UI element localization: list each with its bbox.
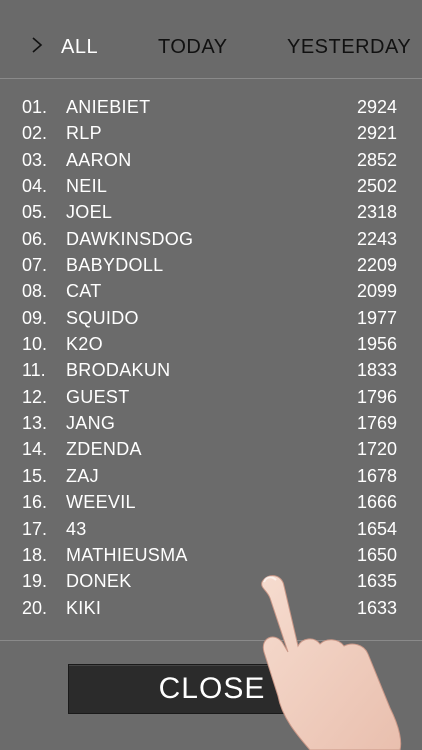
rank: 11.	[22, 360, 46, 381]
tab-today[interactable]: TODAY	[158, 36, 228, 59]
player-name: NEIL	[66, 176, 108, 197]
leaderboard-row: 12. GUEST 1796	[0, 384, 422, 410]
leaderboard-row: 08. CAT 2099	[0, 278, 422, 304]
rank: 06.	[22, 228, 48, 249]
player-name: BABYDOLL	[66, 255, 164, 276]
player-name: DONEK	[66, 571, 132, 592]
score: 2099	[356, 281, 397, 302]
player-name: CAT	[66, 281, 102, 302]
player-name: K2O	[66, 334, 103, 355]
rank: 09.	[22, 307, 48, 328]
rank: 20.	[22, 597, 48, 618]
rank: 19.	[22, 571, 48, 592]
rank: 08.	[22, 281, 48, 302]
leaderboard-row: 07. BABYDOLL 2209	[0, 252, 422, 278]
rank: 17.	[22, 518, 48, 539]
player-name: RLP	[66, 123, 102, 144]
player-name: DAWKINSDOG	[66, 228, 194, 249]
leaderboard-row: 06. DAWKINSDOG 2243	[0, 226, 422, 252]
player-name: BRODAKUN	[66, 360, 171, 381]
rank: 15.	[22, 465, 48, 486]
score: 2921	[356, 123, 397, 144]
leaderboard-row: 13. JANG 1769	[0, 410, 422, 436]
score: 2924	[356, 97, 397, 117]
chevron-right-icon	[32, 37, 43, 53]
score: 1977	[356, 307, 397, 328]
player-name: ZDENDA	[66, 439, 142, 460]
rank: 10.	[22, 334, 48, 355]
pointing-hand-icon	[261, 575, 402, 750]
score: 1769	[356, 413, 397, 434]
leaderboard-row: 05. JOEL 2318	[0, 199, 422, 225]
rank: 12.	[22, 386, 48, 407]
player-name: JANG	[66, 413, 116, 434]
leaderboard-row: 14. ZDENDA 1720	[0, 436, 422, 462]
leaderboard-row: 17. 43 1654	[0, 516, 422, 542]
leaderboard-row: 11. BRODAKUN 1833	[0, 357, 422, 383]
score: 1833	[356, 360, 397, 381]
score: 1678	[356, 465, 397, 486]
rank: 18.	[22, 544, 48, 565]
rank: 03.	[22, 149, 48, 170]
player-name: AARON	[66, 149, 132, 170]
rank: 01.	[22, 97, 48, 117]
player-name: JOEL	[66, 202, 113, 223]
player-name: GUEST	[66, 386, 130, 407]
player-name: WEEVIL	[66, 492, 136, 513]
rank: 16.	[22, 492, 48, 513]
period-tabs: ALL TODAY YESTERDAY	[0, 0, 422, 79]
player-name: SQUIDO	[66, 307, 139, 328]
leaderboard-row: 01. ANIEBIET 2924	[0, 94, 422, 120]
score: 2209	[356, 255, 397, 276]
player-name: 43	[66, 518, 87, 539]
rank: 02.	[22, 123, 48, 144]
player-name: ANIEBIET	[66, 97, 151, 117]
leaderboard-row: 04. NEIL 2502	[0, 173, 422, 199]
rank: 13.	[22, 413, 48, 434]
player-name: KIKI	[66, 597, 102, 618]
player-name: MATHIEUSMA	[66, 544, 188, 565]
score: 2852	[356, 149, 397, 170]
leaderboard-row: 02. RLP 2921	[0, 120, 422, 146]
leaderboard-row: 10. K2O 1956	[0, 331, 422, 357]
leaderboard-row: 03. AARON 2852	[0, 147, 422, 173]
rank: 07.	[22, 255, 48, 276]
score: 2243	[356, 228, 397, 249]
score: 1654	[356, 518, 397, 539]
score: 1666	[356, 492, 397, 513]
tab-yesterday[interactable]: YESTERDAY	[287, 36, 411, 59]
leaderboard-row: 18. MATHIEUSMA 1650	[0, 542, 422, 568]
leaderboard-row: 15. ZAJ 1678	[0, 463, 422, 489]
score: 1720	[356, 439, 397, 460]
score: 1796	[356, 386, 397, 407]
leaderboard-row: 09. SQUIDO 1977	[0, 305, 422, 331]
rank: 05.	[22, 202, 48, 223]
rank: 14.	[22, 439, 48, 460]
score: 2502	[356, 176, 397, 197]
leaderboard-list: 01. ANIEBIET 2924 02. RLP 2921 03. AARON 2852 …	[0, 94, 422, 621]
player-name: ZAJ	[66, 465, 99, 486]
score: 1956	[356, 334, 397, 355]
score: 1650	[356, 544, 397, 565]
rank: 04.	[22, 176, 48, 197]
leaderboard-row: 16. WEEVIL 1666	[0, 489, 422, 515]
score: 2318	[356, 202, 397, 223]
tab-all[interactable]: ALL	[61, 36, 98, 59]
